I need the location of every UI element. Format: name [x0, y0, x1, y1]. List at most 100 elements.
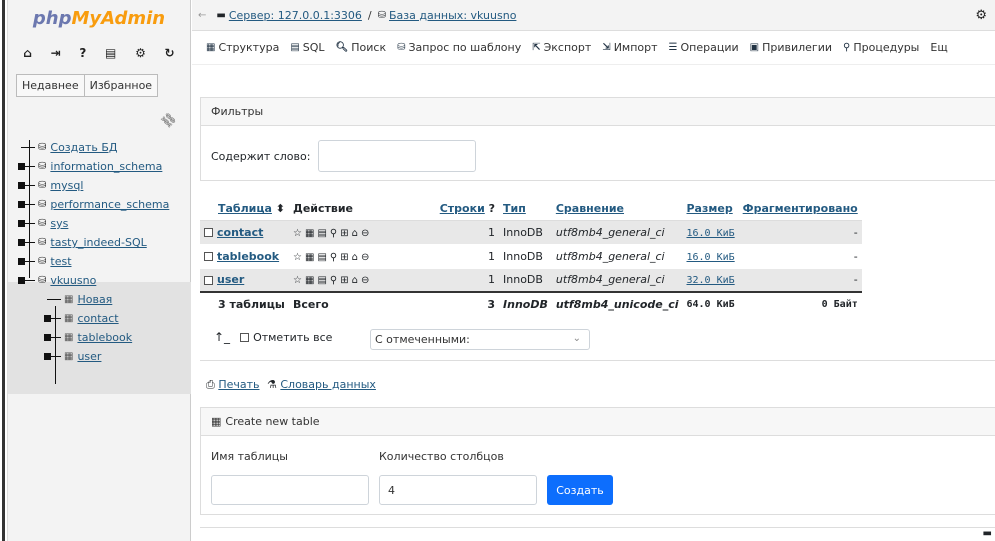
menu-search[interactable]: 🔍︎ Поиск: [336, 41, 387, 54]
structure-icon[interactable]: ▤: [317, 228, 326, 239]
home-icon[interactable]: ⌂: [23, 46, 32, 60]
row-checkbox[interactable]: [204, 228, 213, 237]
col-size[interactable]: Размер: [682, 198, 739, 221]
menu-privileges[interactable]: ▣ Привилегии: [750, 41, 832, 54]
database-icon: ⛁: [38, 275, 47, 286]
drop-icon[interactable]: ⊖: [361, 275, 369, 286]
insert-icon[interactable]: ⊞: [340, 275, 348, 286]
sort-icon[interactable]: ⬍: [276, 202, 285, 215]
link-with-main-icon[interactable]: ⛓: [158, 110, 179, 131]
table-name-link[interactable]: user: [217, 273, 244, 286]
breadcrumb-server[interactable]: Сервер: 127.0.0.1:3306: [229, 9, 362, 22]
console-toggle-icon[interactable]: ▬: [983, 528, 992, 539]
help-icon[interactable]: ?: [489, 202, 495, 215]
phpmyadmin-logo[interactable]: php MyAdmin: [8, 0, 190, 36]
tab-recent[interactable]: Недавнее: [16, 74, 85, 97]
menu-export[interactable]: ⇱ Экспорт: [532, 41, 591, 54]
browse-icon[interactable]: ▦: [305, 275, 314, 286]
table-name-label: Имя таблицы: [211, 450, 288, 463]
privileges-icon: ▣: [749, 42, 760, 53]
favorite-icon[interactable]: ☆: [293, 228, 302, 239]
tree-item-table[interactable]: ▦ user: [16, 347, 191, 366]
favorite-icon[interactable]: ☆: [293, 275, 302, 286]
tree-item-db[interactable]: ⛁ test: [16, 252, 191, 271]
filter-input[interactable]: [318, 140, 477, 172]
check-all-label[interactable]: Отметить все: [253, 331, 332, 344]
empty-icon[interactable]: ⌂: [352, 228, 358, 239]
tree-item-db[interactable]: ⛁ tasty_indeed-SQL: [16, 233, 191, 252]
insert-icon[interactable]: ⊞: [340, 252, 348, 263]
docs-icon[interactable]: ▤: [105, 46, 116, 60]
settings-icon[interactable]: ⚙: [135, 46, 146, 60]
search-icon[interactable]: ⚲: [330, 228, 337, 239]
col-collation[interactable]: Сравнение: [551, 198, 683, 221]
favorite-icon[interactable]: ☆: [293, 252, 302, 263]
structure-icon[interactable]: ▤: [317, 275, 326, 286]
data-dictionary-link[interactable]: Словарь данных: [280, 378, 376, 391]
table-name-link[interactable]: tablebook: [217, 250, 279, 263]
menu-routines[interactable]: ⚲ Процедуры: [843, 41, 919, 54]
empty-icon[interactable]: ⌂: [352, 252, 358, 263]
drop-icon[interactable]: ⊖: [361, 252, 369, 263]
export-icon: ⇱: [532, 42, 541, 53]
tree-item-db-selected[interactable]: ⛁ vkuusno: [16, 271, 191, 290]
tab-favorites[interactable]: Избранное: [84, 74, 159, 97]
size-link[interactable]: 16.0 КиБ: [687, 252, 735, 263]
tree-item-table[interactable]: ▦ contact: [16, 309, 191, 328]
database-tree: ⛁ Создать БД ⛁ information_schema ⛁ mysql ⛁…: [8, 138, 191, 394]
structure-icon[interactable]: ▤: [317, 252, 326, 263]
check-all-checkbox[interactable]: [240, 332, 250, 342]
chevron-down-icon: ⌄: [572, 333, 581, 344]
print-link[interactable]: Печать: [218, 378, 259, 391]
tree-item-table[interactable]: ▦ tablebook: [16, 328, 191, 347]
row-checkbox[interactable]: [204, 275, 213, 285]
empty-icon[interactable]: ⌂: [352, 275, 358, 286]
filters-panel: Фильтры Содержит слово:: [200, 97, 995, 181]
size-link[interactable]: 32.0 КиБ: [687, 275, 735, 286]
drop-icon[interactable]: ⊖: [361, 228, 369, 239]
arrow-up-icon: ↑_: [214, 330, 231, 344]
col-rows[interactable]: Строки ?: [419, 198, 500, 221]
tree-item-new-table[interactable]: ▦ Новая: [16, 290, 191, 309]
sidebar-tabs: Недавнее Избранное: [8, 74, 190, 97]
create-button[interactable]: Создать: [547, 475, 613, 505]
breadcrumb-database[interactable]: База данных: vkuusno: [389, 9, 516, 22]
table-icon: ▦: [64, 294, 74, 305]
col-table[interactable]: Таблица ⬍: [200, 198, 290, 221]
tree-item-db[interactable]: ⛁ performance_schema: [16, 195, 191, 214]
browse-icon[interactable]: ▦: [305, 252, 314, 263]
filters-title: Фильтры: [201, 98, 995, 126]
table-name-input[interactable]: [211, 475, 369, 505]
col-type[interactable]: Тип: [499, 198, 552, 221]
browse-icon[interactable]: ▦: [305, 228, 314, 239]
database-icon: ⛁: [377, 9, 387, 21]
menu-query[interactable]: ⛁ Запрос по шаблону: [397, 41, 521, 54]
table-name-link[interactable]: contact: [217, 226, 263, 239]
size-link[interactable]: 16.0 КиБ: [687, 228, 735, 239]
reload-icon[interactable]: ↻: [165, 46, 175, 60]
insert-icon[interactable]: ⊞: [340, 228, 348, 239]
menu-import[interactable]: ⇲ Импорт: [602, 41, 657, 54]
menu-structure[interactable]: ▦ Структура: [206, 41, 279, 54]
logout-icon[interactable]: ⇥: [51, 46, 61, 60]
search-icon[interactable]: ⚲: [330, 275, 337, 286]
collapse-sidebar-icon[interactable]: ←: [198, 10, 206, 21]
settings-gear-icon[interactable]: ⚙: [975, 8, 987, 23]
database-icon: ⛁: [38, 218, 47, 229]
bulk-actions: ↑_ Отметить все: [214, 330, 332, 344]
tree-item-new-db[interactable]: ⛁ Создать БД: [16, 138, 191, 157]
window-edge: [0, 0, 8, 541]
menu-more[interactable]: Ещ: [930, 41, 947, 54]
menu-sql[interactable]: ▤ SQL: [290, 41, 324, 54]
help-icon[interactable]: ?: [79, 46, 86, 60]
tree-item-db[interactable]: ⛁ sys: [16, 214, 191, 233]
menu-operations[interactable]: ☰ Операции: [669, 41, 739, 54]
row-checkbox[interactable]: [204, 252, 213, 261]
columns-count-input[interactable]: 4: [379, 475, 537, 505]
with-selected-select[interactable]: С отмеченными: ⌄: [370, 329, 590, 350]
server-icon: ▬: [216, 9, 226, 21]
tree-item-db[interactable]: ⛁ information_schema: [16, 157, 191, 176]
col-overhead[interactable]: Фрагментировано: [738, 198, 862, 221]
tree-item-db[interactable]: ⛁ mysql: [16, 176, 191, 195]
search-icon[interactable]: ⚲: [330, 252, 337, 263]
